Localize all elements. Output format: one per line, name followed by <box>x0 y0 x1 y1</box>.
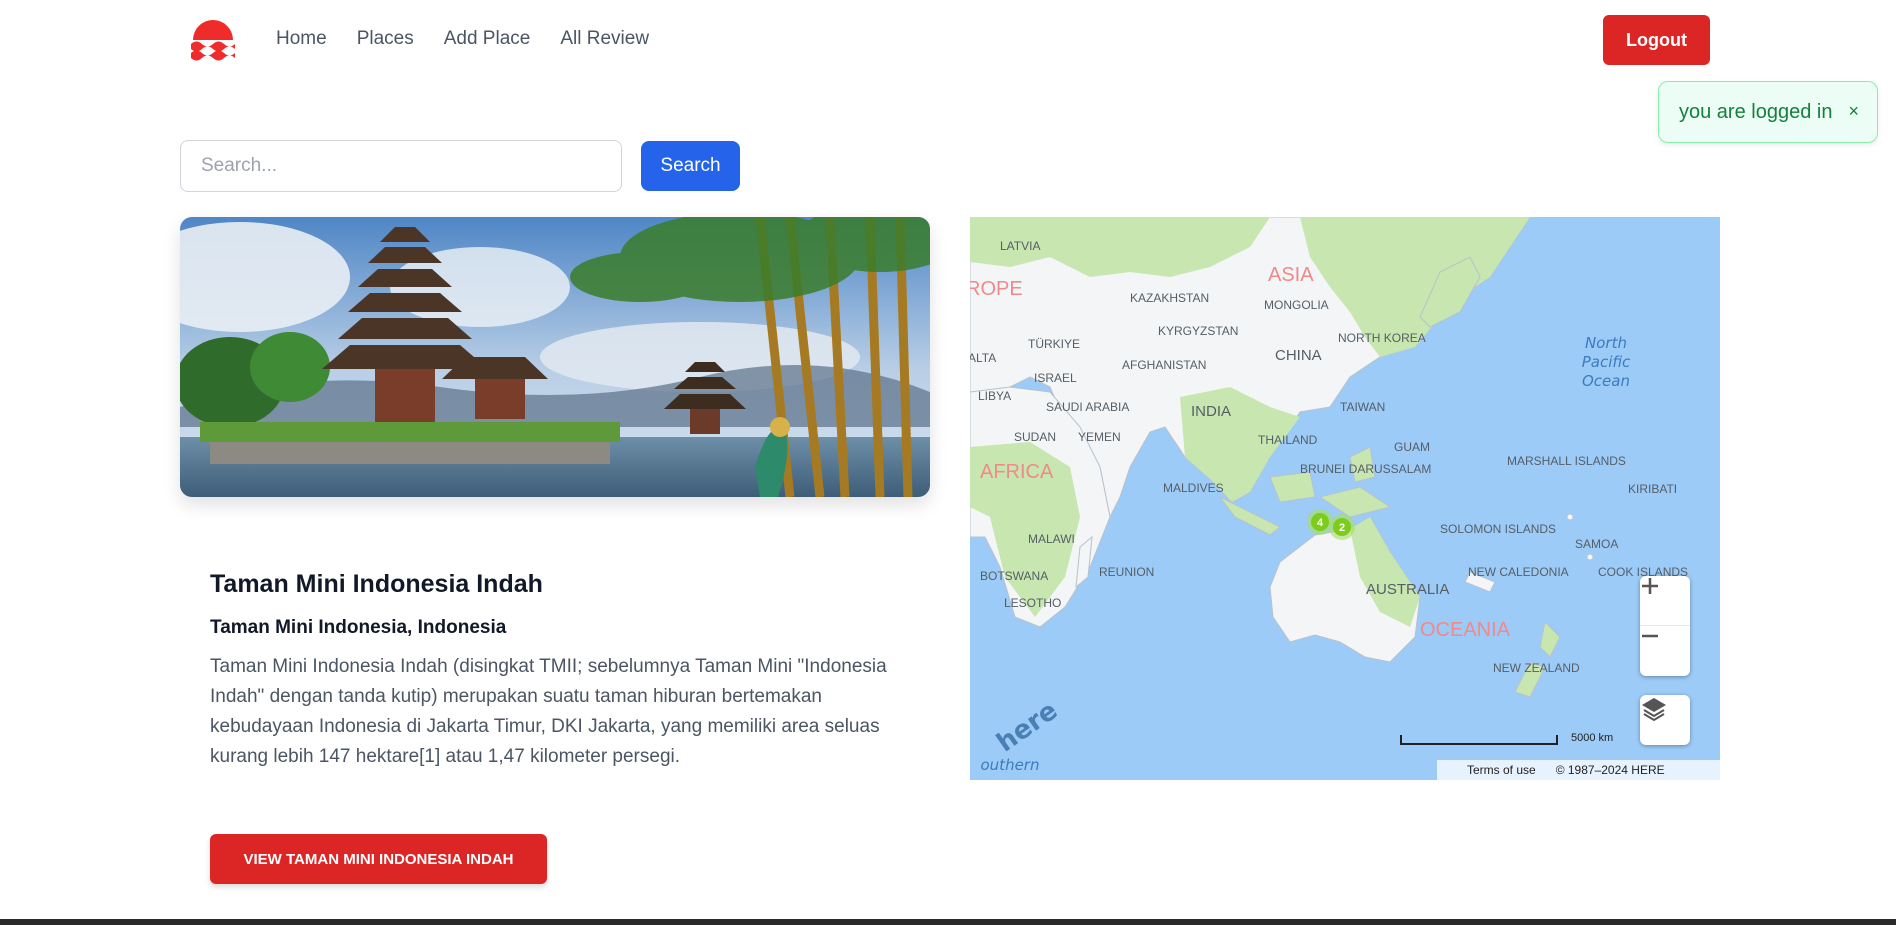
map-label-oceania: OCEANIA <box>1420 619 1511 641</box>
map-label: AFGHANISTAN <box>1122 358 1206 372</box>
layers-icon <box>1642 698 1666 722</box>
map-label: INDIA <box>1191 403 1231 420</box>
cluster-count: 4 <box>1317 517 1324 529</box>
map-scale-bar <box>1400 735 1558 745</box>
map-label: SAMOA <box>1575 537 1618 551</box>
map-label: ISRAEL <box>1034 371 1077 385</box>
place-description: Taman Mini Indonesia Indah (disingkat TM… <box>210 656 887 767</box>
map-label: YEMEN <box>1078 430 1121 444</box>
map-ocean-label: outhern <box>981 756 1040 774</box>
map-ocean-label: Pacific <box>1582 353 1631 371</box>
map-label: SOLOMON ISLANDS <box>1440 522 1556 536</box>
map-label: LESOTHO <box>1004 596 1061 610</box>
map-label-asia: ASIA <box>1268 264 1314 286</box>
map-label: LIBYA <box>978 389 1011 403</box>
map-ocean-label: Ocean <box>1582 372 1630 390</box>
map-label: SAUDI ARABIA <box>1046 400 1129 414</box>
map-label: REUNION <box>1099 565 1154 579</box>
nav-link-home[interactable]: Home <box>276 28 327 50</box>
map-label: TAIWAN <box>1340 400 1385 414</box>
map-ocean-label: North <box>1585 334 1627 352</box>
navbar: Home Places Add Place All Review Logout <box>0 0 1896 84</box>
map-label: KAZAKHSTAN <box>1130 291 1209 305</box>
map-label: BOTSWANA <box>980 569 1048 583</box>
brand-logo-icon[interactable] <box>188 18 238 62</box>
map-label: LATVIA <box>1000 239 1040 253</box>
nav-link-places[interactable]: Places <box>357 28 414 50</box>
view-place-button[interactable]: VIEW TAMAN MINI INDONESIA INDAH <box>210 834 547 884</box>
map-label: CHINA <box>1275 347 1322 364</box>
login-toast: you are logged in × <box>1658 81 1878 143</box>
map-layers-button[interactable] <box>1640 695 1690 745</box>
nav-links: Home Places Add Place All Review <box>276 28 649 50</box>
map-label: MALDIVES <box>1163 481 1224 495</box>
map[interactable]: ROPE ASIA AFRICA OCEANIA LATVIA KAZAKHST… <box>970 217 1720 780</box>
map-label: MARSHALL ISLANDS <box>1507 454 1626 468</box>
zoom-in-button[interactable] <box>1640 576 1690 626</box>
map-label: NEW CALEDONIA <box>1468 565 1569 579</box>
plus-icon <box>1642 578 1658 594</box>
map-canvas: ROPE ASIA AFRICA OCEANIA LATVIA KAZAKHST… <box>970 217 1720 780</box>
map-label: MALAWI <box>1028 532 1075 546</box>
map-attribution: Terms of use © 1987–2024 HERE <box>1437 760 1720 780</box>
search-button[interactable]: Search <box>641 141 740 191</box>
map-label: KIRIBATI <box>1628 482 1677 496</box>
minus-icon <box>1642 634 1658 638</box>
map-label: NORTH KOREA <box>1338 331 1426 345</box>
map-cluster-marker[interactable]: 4 <box>1307 509 1333 535</box>
place-location: Taman Mini Indonesia, Indonesia <box>210 617 507 638</box>
nav-link-add-place[interactable]: Add Place <box>444 28 531 50</box>
map-scale-label: 5000 km <box>1571 732 1614 744</box>
cluster-count: 2 <box>1339 522 1345 534</box>
place-image <box>180 217 930 497</box>
map-label: SUDAN <box>1014 430 1056 444</box>
toast-message: you are logged in <box>1679 100 1833 123</box>
place-title: Taman Mini Indonesia Indah <box>210 570 543 598</box>
map-label-africa: AFRICA <box>980 461 1054 483</box>
map-label: ALTA <box>970 351 996 365</box>
logout-button[interactable]: Logout <box>1603 15 1710 65</box>
zoom-out-button[interactable] <box>1640 626 1690 676</box>
map-label-europe: ROPE <box>970 278 1023 300</box>
map-label: TÜRKIYE <box>1028 337 1080 351</box>
search-input[interactable] <box>180 140 622 192</box>
map-label: KYRGYZSTAN <box>1158 324 1238 338</box>
toast-close-icon[interactable]: × <box>1848 101 1859 122</box>
map-label: MONGOLIA <box>1264 298 1329 312</box>
map-cluster-marker[interactable]: 2 <box>1329 514 1355 540</box>
bottom-bar <box>0 919 1896 925</box>
map-label: NEW ZEALAND <box>1493 661 1580 675</box>
map-label: THAILAND <box>1258 433 1318 447</box>
map-copyright: © 1987–2024 HERE <box>1555 763 1665 777</box>
map-label: AUSTRALIA <box>1366 581 1449 598</box>
terms-of-use-link[interactable]: Terms of use <box>1467 763 1536 777</box>
nav-link-all-review[interactable]: All Review <box>560 28 649 50</box>
map-label: BRUNEI DARUSSALAM <box>1300 462 1431 476</box>
map-label: GUAM <box>1394 440 1430 454</box>
page: Home Places Add Place All Review Logout … <box>0 0 1896 925</box>
zoom-control <box>1640 576 1690 676</box>
